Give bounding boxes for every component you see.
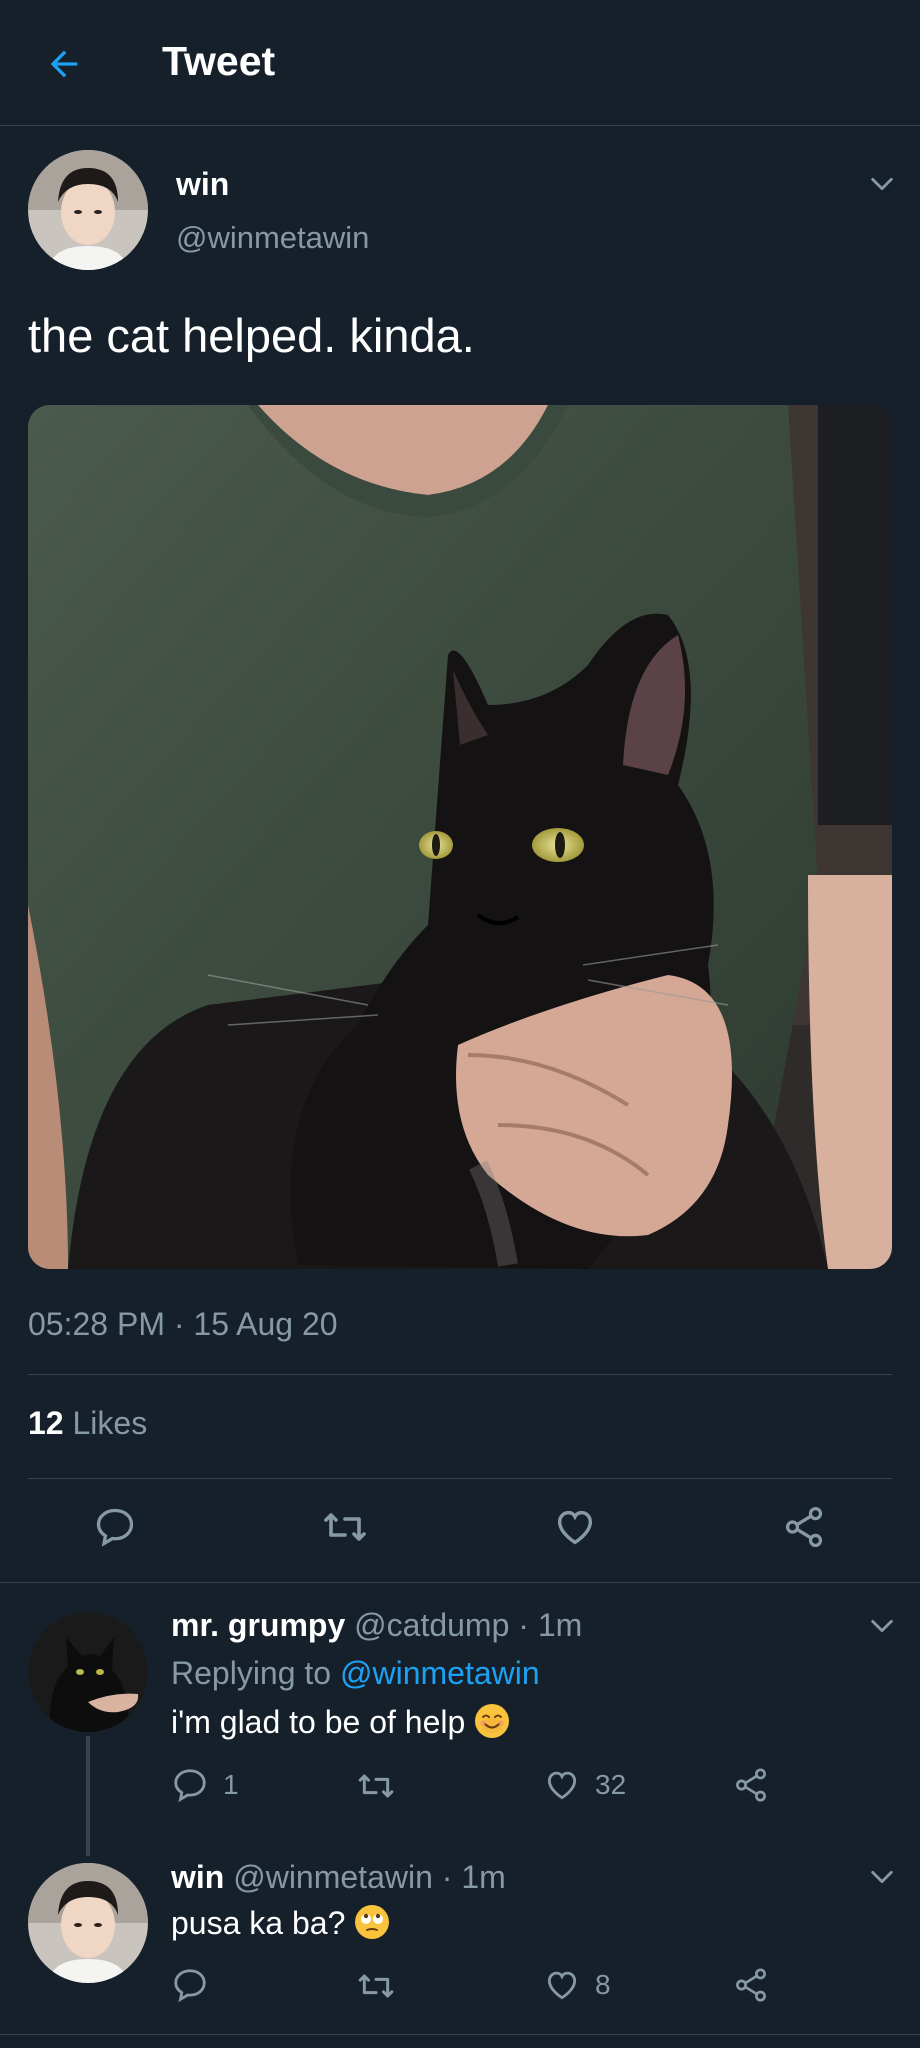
divider <box>0 2034 920 2035</box>
like-icon <box>547 1971 577 2000</box>
replying-to-label: Replying to <box>171 1655 332 1691</box>
divider <box>28 1374 892 1375</box>
reply-menu-button[interactable] <box>864 1608 900 1644</box>
reply-share-button[interactable] <box>732 1766 770 1804</box>
chevron-down-icon <box>871 1870 893 1884</box>
author-name[interactable]: win <box>176 166 229 203</box>
reply-reply-button[interactable] <box>171 1966 209 2004</box>
thread-connector <box>86 1736 90 1856</box>
like-button[interactable] <box>545 1497 605 1557</box>
app-header: Tweet <box>0 0 920 126</box>
author-handle[interactable]: @winmetawin <box>176 220 369 256</box>
share-icon <box>736 1968 766 2002</box>
like-count: 32 <box>595 1769 627 1800</box>
reply-retweet-button[interactable] <box>356 1766 396 1806</box>
tweet-timestamp: 05:28 PM · 15 Aug 20 <box>28 1306 338 1342</box>
reply-avatar[interactable] <box>28 1863 148 1983</box>
author-avatar[interactable] <box>28 150 148 270</box>
reply-icon <box>96 1508 134 1547</box>
like-icon <box>557 1510 593 1545</box>
likes-label: Likes <box>72 1405 148 1441</box>
reply-count: 1 <box>223 1769 239 1800</box>
retweet-icon <box>358 1774 394 1798</box>
back-arrow-icon <box>50 50 78 78</box>
reply-author-name[interactable]: mr. grumpy <box>171 1607 345 1643</box>
reply-reply-button[interactable]: 1 <box>171 1766 239 1804</box>
likes-summary[interactable]: 12 Likes <box>28 1405 147 1442</box>
retweet-icon <box>324 1513 366 1541</box>
reply-text-content: i'm glad to be of help <box>171 1704 466 1740</box>
reply-icon <box>174 1769 206 1803</box>
retweet-button[interactable] <box>315 1497 375 1557</box>
reply-text: pusa ka ba? <box>171 1904 390 1942</box>
chevron-down-icon <box>871 1619 893 1633</box>
likes-count: 12 <box>28 1405 64 1441</box>
share-icon <box>736 1768 766 1802</box>
reply-time: · 1m <box>441 1859 506 1895</box>
like-count: 8 <box>595 1969 611 2000</box>
replying-to: Replying to @winmetawin <box>171 1655 540 1692</box>
page-title: Tweet <box>162 38 276 84</box>
like-icon <box>547 1771 577 1800</box>
reply-author-handle[interactable]: @catdump <box>354 1607 509 1643</box>
replying-to-mention[interactable]: @winmetawin <box>340 1655 540 1691</box>
reply-author-handle[interactable]: @winmetawin <box>233 1859 433 1895</box>
retweet-icon <box>358 1974 394 1998</box>
face-with-rolling-eyes-emoji-icon <box>355 1905 390 1939</box>
smiling-face-emoji-icon <box>475 1704 510 1738</box>
divider <box>28 1478 892 1479</box>
divider <box>0 1582 920 1583</box>
reply-share-button[interactable] <box>732 1966 770 2004</box>
reply-button[interactable] <box>85 1497 145 1557</box>
reply-like-button[interactable]: 32 <box>543 1766 626 1804</box>
reply-retweet-button[interactable] <box>356 1966 396 2006</box>
tweet-text: the cat helped. kinda. <box>28 309 475 362</box>
reply-icon <box>174 1969 206 2003</box>
tweet-photo[interactable] <box>28 405 892 1269</box>
reply-like-button[interactable]: 8 <box>543 1966 611 2004</box>
reply-header: mr. grumpy @catdump · 1m <box>171 1607 582 1644</box>
chevron-down-icon <box>871 177 893 191</box>
back-button[interactable] <box>36 36 92 92</box>
reply-avatar[interactable] <box>28 1612 148 1732</box>
tweet-menu-button[interactable] <box>864 166 900 202</box>
share-button[interactable] <box>774 1497 834 1557</box>
reply-menu-button[interactable] <box>864 1859 900 1895</box>
reply-text-content: pusa ka ba? <box>171 1905 346 1941</box>
share-icon <box>785 1506 823 1548</box>
reply-text: i'm glad to be of help <box>171 1703 510 1741</box>
reply-time: · 1m <box>518 1607 583 1643</box>
reply-author-name[interactable]: win <box>171 1859 224 1895</box>
reply-header: win @winmetawin · 1m <box>171 1859 506 1896</box>
